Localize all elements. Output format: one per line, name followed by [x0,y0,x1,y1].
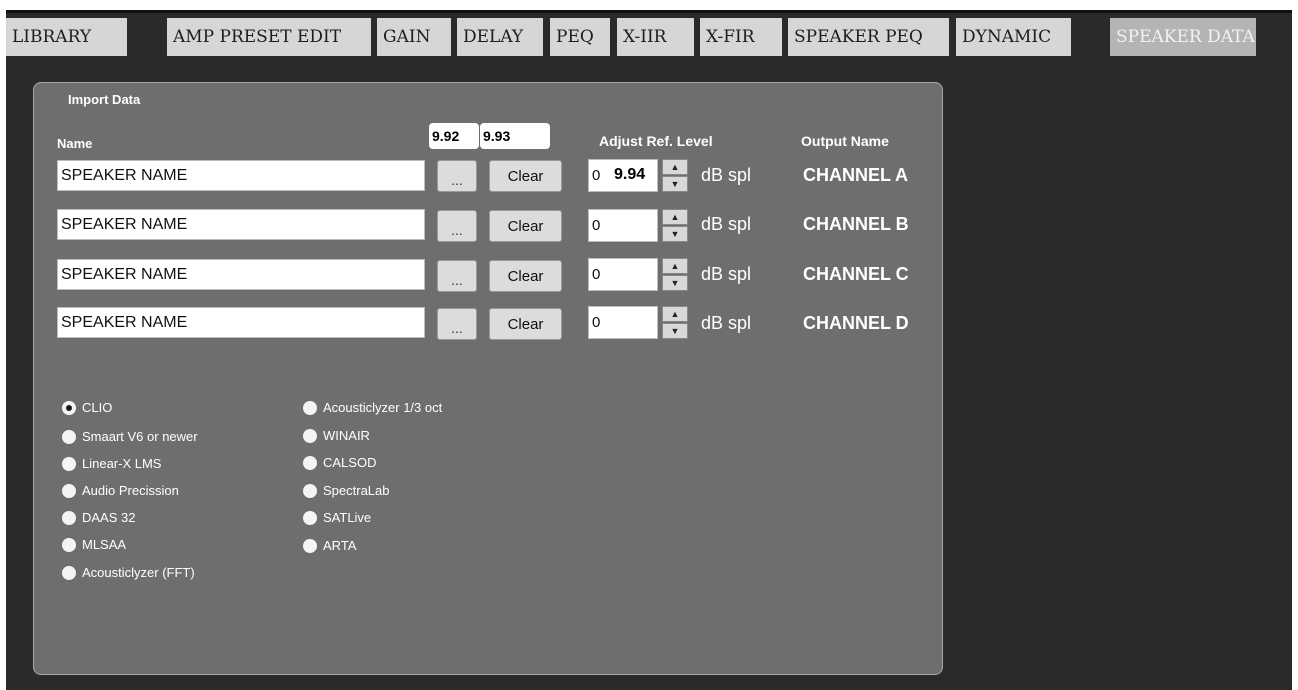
output-name-header: Output Name [801,133,889,149]
tab-speaker-data[interactable]: SPEAKER DATA [1110,18,1256,56]
browse-button-b[interactable]: ... [437,210,477,242]
spin-up-icon[interactable]: ▲ [662,209,688,225]
format-radio-mlsaa[interactable]: MLSAA [62,535,126,555]
spin-down-icon[interactable]: ▼ [662,176,688,192]
ref-level-spinner-b: ▲ ▼ [662,209,688,242]
format-label: WINAIR [323,428,370,443]
spin-down-icon[interactable]: ▼ [662,323,688,339]
tab-library[interactable]: LIBRARY [6,18,127,56]
format-radio-satlive[interactable]: SATLive [303,508,371,528]
spin-down-icon[interactable]: ▼ [662,275,688,291]
format-label: MLSAA [82,537,127,552]
format-radio-calsod[interactable]: CALSOD [303,453,376,473]
radio-unchecked-icon [62,537,76,552]
radio-unchecked-icon [303,538,317,553]
format-radio-acousticlyzer-fft[interactable]: Acousticlyzer (FFT) [62,563,195,583]
format-label: DAAS 32 [82,510,136,525]
ref-level-input-d[interactable]: 0 [588,306,658,339]
format-label: CLIO [82,400,113,415]
clear-button-b[interactable]: Clear [489,210,562,242]
format-label: ARTA [323,538,357,553]
radio-unchecked-icon [303,510,317,525]
tab-bar: LIBRARY AMP PRESET EDIT GAIN DELAY PEQ X… [6,18,1292,56]
tab-dynamic[interactable]: DYNAMIC [956,18,1071,56]
radio-unchecked-icon [62,483,76,498]
format-label: Audio Precission [82,483,179,498]
format-radio-daas32[interactable]: DAAS 32 [62,508,135,528]
ref-level-spinner-a: ▲ ▼ [662,159,688,192]
speaker-name-input-a[interactable]: SPEAKER NAME [57,160,425,191]
format-label: SpectraLab [323,483,390,498]
format-radio-winair[interactable]: WINAIR [303,426,370,446]
format-radio-acousticlyzer-third-oct[interactable]: Acousticlyzer 1/3 oct [303,398,442,418]
overlay-value-c: 9.94 [614,166,646,183]
overlay-value-a: 9.92 [429,123,479,149]
tab-peq[interactable]: PEQ [550,18,610,56]
tab-speaker-peq[interactable]: SPEAKER PEQ [788,18,949,56]
spin-down-icon[interactable]: ▼ [662,226,688,242]
speaker-name-input-b[interactable]: SPEAKER NAME [57,209,425,240]
spin-up-icon[interactable]: ▲ [662,306,688,322]
format-label: Acousticlyzer (FFT) [82,565,195,580]
output-name-b: CHANNEL B [803,214,909,234]
browse-button-c[interactable]: ... [437,260,477,292]
tab-amp-preset-edit[interactable]: AMP PRESET EDIT [167,18,371,56]
browse-button-a[interactable]: ... [437,160,477,192]
format-label: Linear-X LMS [82,456,162,471]
format-label: Smaart V6 or newer [82,429,198,444]
clear-button-c[interactable]: Clear [489,260,562,292]
format-label: Acousticlyzer 1/3 oct [323,400,443,415]
radio-unchecked-icon [62,456,76,471]
format-radio-audio-precission[interactable]: Audio Precission [62,481,179,501]
output-name-c: CHANNEL C [803,264,909,284]
ref-level-spinner-c: ▲ ▼ [662,258,688,291]
output-name-a: CHANNEL A [803,165,909,185]
spin-up-icon[interactable]: ▲ [662,258,688,274]
radio-unchecked-icon [303,483,317,498]
speaker-name-input-c[interactable]: SPEAKER NAME [57,259,425,290]
tab-gain[interactable]: GAIN [377,18,451,56]
radio-checked-icon [62,400,76,415]
radio-unchecked-icon [62,565,76,580]
radio-unchecked-icon [62,429,76,444]
unit-label-a: dB spl [701,165,752,185]
overlay-value-b: 9.93 [480,123,550,149]
format-radio-linear-x[interactable]: Linear-X LMS [62,454,161,474]
panel-title: Import Data [68,92,141,107]
ref-level-spinner-d: ▲ ▼ [662,306,688,339]
unit-label-b: dB spl [701,214,752,234]
output-name-d: CHANNEL D [803,313,909,333]
unit-label-c: dB spl [701,264,752,284]
format-radio-clio[interactable]: CLIO [62,398,112,418]
format-label: CALSOD [323,455,377,470]
format-radio-smaart[interactable]: Smaart V6 or newer [62,427,198,447]
radio-unchecked-icon [303,428,317,443]
radio-unchecked-icon [62,510,76,525]
speaker-name-input-d[interactable]: SPEAKER NAME [57,307,425,338]
clear-button-d[interactable]: Clear [489,308,562,340]
clear-button-a[interactable]: Clear [489,160,562,192]
radio-unchecked-icon [303,455,317,470]
radio-unchecked-icon [303,400,317,415]
ref-level-input-c[interactable]: 0 [588,258,658,291]
adjust-ref-level-header: Adjust Ref. Level [599,133,713,149]
tab-delay[interactable]: DELAY [457,18,543,56]
format-label: SATLive [323,510,372,525]
name-header: Name [57,136,93,151]
browse-button-d[interactable]: ... [437,308,477,340]
spin-up-icon[interactable]: ▲ [662,159,688,175]
unit-label-d: dB spl [701,313,752,333]
ref-level-input-b[interactable]: 0 [588,209,658,242]
format-radio-spectralab[interactable]: SpectraLab [303,481,390,501]
tab-x-iir[interactable]: X-IIR [617,18,694,56]
format-radio-arta[interactable]: ARTA [303,536,356,556]
tab-x-fir[interactable]: X-FIR [700,18,782,56]
